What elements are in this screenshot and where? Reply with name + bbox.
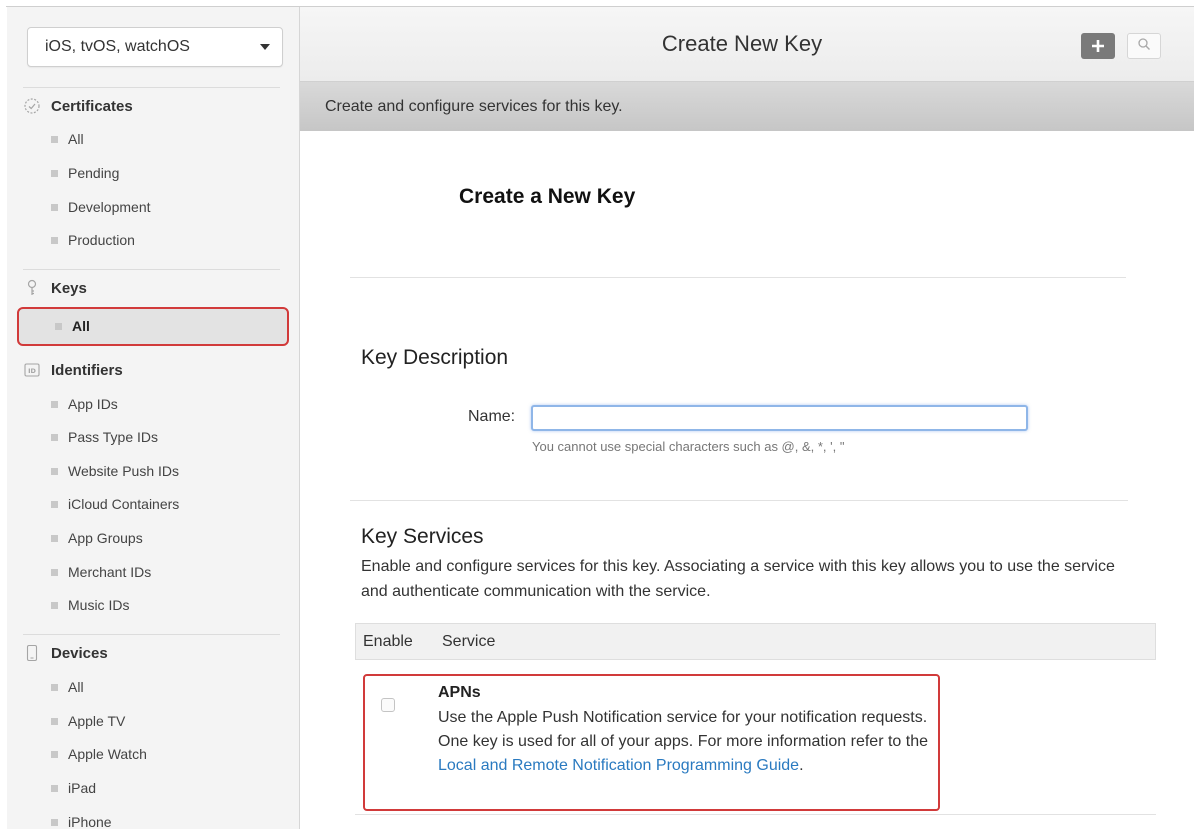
divider <box>350 277 1126 278</box>
device-icon <box>23 644 41 662</box>
sidebar-item-icloud-containers[interactable]: iCloud Containers <box>51 492 179 516</box>
platform-select[interactable]: iOS, tvOS, watchOS <box>27 27 283 67</box>
header-bar: Create New Key <box>300 7 1194 82</box>
sidebar-item-app-ids[interactable]: App IDs <box>51 392 118 416</box>
section-keys-label: Keys <box>51 279 87 297</box>
section-certificates: Certificates <box>23 95 133 117</box>
subheader-text: Create and configure services for this k… <box>325 98 623 115</box>
bullet-icon <box>51 568 58 576</box>
nav-label: App Groups <box>68 530 143 546</box>
table-bottom-border <box>355 814 1156 815</box>
nav-label: Production <box>68 232 135 248</box>
services-table-header: Enable Service <box>355 623 1156 660</box>
section-certificates-label: Certificates <box>51 97 133 115</box>
sidebar: iOS, tvOS, watchOS Certificates All Pend… <box>7 7 300 829</box>
sidebar-item-keys-all[interactable]: All <box>17 307 289 346</box>
bullet-icon <box>51 169 58 177</box>
sidebar-item-certificates-all[interactable]: All <box>51 127 84 151</box>
key-description-title: Key Description <box>361 346 509 369</box>
column-header-service: Service <box>442 633 496 650</box>
divider <box>350 500 1128 501</box>
sidebar-item-devices-all[interactable]: All <box>51 675 84 699</box>
bullet-icon <box>51 400 58 408</box>
service-description: Use the Apple Push Notification service … <box>438 706 928 778</box>
nav-label: iPad <box>68 780 97 796</box>
nav-label: Development <box>68 199 151 215</box>
nav-label: All <box>68 131 84 147</box>
plus-icon <box>1091 33 1105 59</box>
sidebar-divider <box>23 87 280 88</box>
nav-label: Pending <box>68 165 120 181</box>
section-devices-label: Devices <box>51 644 108 662</box>
sidebar-item-apple-watch[interactable]: Apple Watch <box>51 742 147 766</box>
bullet-icon <box>51 433 58 441</box>
subheader-bar: Create and configure services for this k… <box>300 82 1194 131</box>
key-name-input[interactable] <box>531 405 1028 431</box>
certificate-icon <box>23 97 41 115</box>
nav-label: All <box>68 679 84 695</box>
section-identifiers-label: Identifiers <box>51 361 123 379</box>
chevron-down-icon <box>260 44 270 50</box>
page-header-title: Create New Key <box>661 31 823 56</box>
name-hint: You cannot use special characters such a… <box>532 439 845 454</box>
service-name: APNs <box>438 684 481 701</box>
bullet-icon <box>51 784 58 792</box>
bullet-icon <box>51 135 58 143</box>
bullet-icon <box>51 601 58 609</box>
bullet-icon <box>51 683 58 691</box>
sidebar-item-certificates-production[interactable]: Production <box>51 228 135 252</box>
sidebar-item-certificates-development[interactable]: Development <box>51 195 151 219</box>
sidebar-item-iphone[interactable]: iPhone <box>51 810 112 829</box>
page-title: Create a New Key <box>459 185 636 208</box>
sidebar-item-music-ids[interactable]: Music IDs <box>51 593 129 617</box>
nav-label: Merchant IDs <box>68 564 152 580</box>
section-identifiers: ID Identifiers <box>23 359 123 381</box>
bullet-icon <box>51 534 58 542</box>
service-description-end: . <box>799 757 804 774</box>
sidebar-item-pass-type-ids[interactable]: Pass Type IDs <box>51 425 158 449</box>
nav-label: App IDs <box>68 396 118 412</box>
sidebar-item-website-push-ids[interactable]: Website Push IDs <box>51 459 179 483</box>
add-button[interactable] <box>1081 33 1115 59</box>
sidebar-item-app-groups[interactable]: App Groups <box>51 526 143 550</box>
bullet-icon <box>51 500 58 508</box>
bullet-icon <box>51 467 58 475</box>
sidebar-item-apple-tv[interactable]: Apple TV <box>51 709 125 733</box>
nav-label: Apple TV <box>68 713 126 729</box>
sidebar-divider <box>23 634 280 635</box>
bullet-icon <box>51 203 58 211</box>
nav-label: iCloud Containers <box>68 496 180 512</box>
nav-label: Apple Watch <box>68 746 147 762</box>
search-button[interactable] <box>1127 33 1161 59</box>
key-services-title: Key Services <box>361 525 484 548</box>
service-row-apns: APNs Use the Apple Push Notification ser… <box>363 674 940 811</box>
name-label: Name: <box>468 408 516 425</box>
column-header-enable: Enable <box>363 633 413 650</box>
bullet-icon <box>51 236 58 244</box>
nav-label: Pass Type IDs <box>68 429 159 445</box>
sidebar-item-ipad[interactable]: iPad <box>51 776 96 800</box>
search-icon <box>1137 37 1151 56</box>
id-icon: ID <box>23 361 41 379</box>
key-icon <box>23 279 41 297</box>
apns-enable-checkbox[interactable] <box>381 698 395 712</box>
notification-guide-link[interactable]: Local and Remote Notification Programmin… <box>438 757 799 774</box>
section-devices: Devices <box>23 642 108 664</box>
nav-label: iPhone <box>68 814 112 829</box>
section-keys: Keys <box>23 277 87 299</box>
sidebar-item-merchant-ids[interactable]: Merchant IDs <box>51 560 151 584</box>
bullet-icon <box>51 818 58 826</box>
nav-label: Website Push IDs <box>68 463 180 479</box>
bullet-icon <box>55 323 62 330</box>
service-description-text: Use the Apple Push Notification service … <box>438 709 928 750</box>
nav-label: All <box>72 318 90 334</box>
bullet-icon <box>51 750 58 758</box>
sidebar-item-certificates-pending[interactable]: Pending <box>51 161 119 185</box>
sidebar-divider <box>23 269 280 270</box>
key-services-description: Enable and configure services for this k… <box>361 558 1115 600</box>
bullet-icon <box>51 717 58 725</box>
platform-select-label: iOS, tvOS, watchOS <box>45 38 190 55</box>
nav-label: Music IDs <box>68 597 130 613</box>
svg-text:ID: ID <box>28 367 36 375</box>
